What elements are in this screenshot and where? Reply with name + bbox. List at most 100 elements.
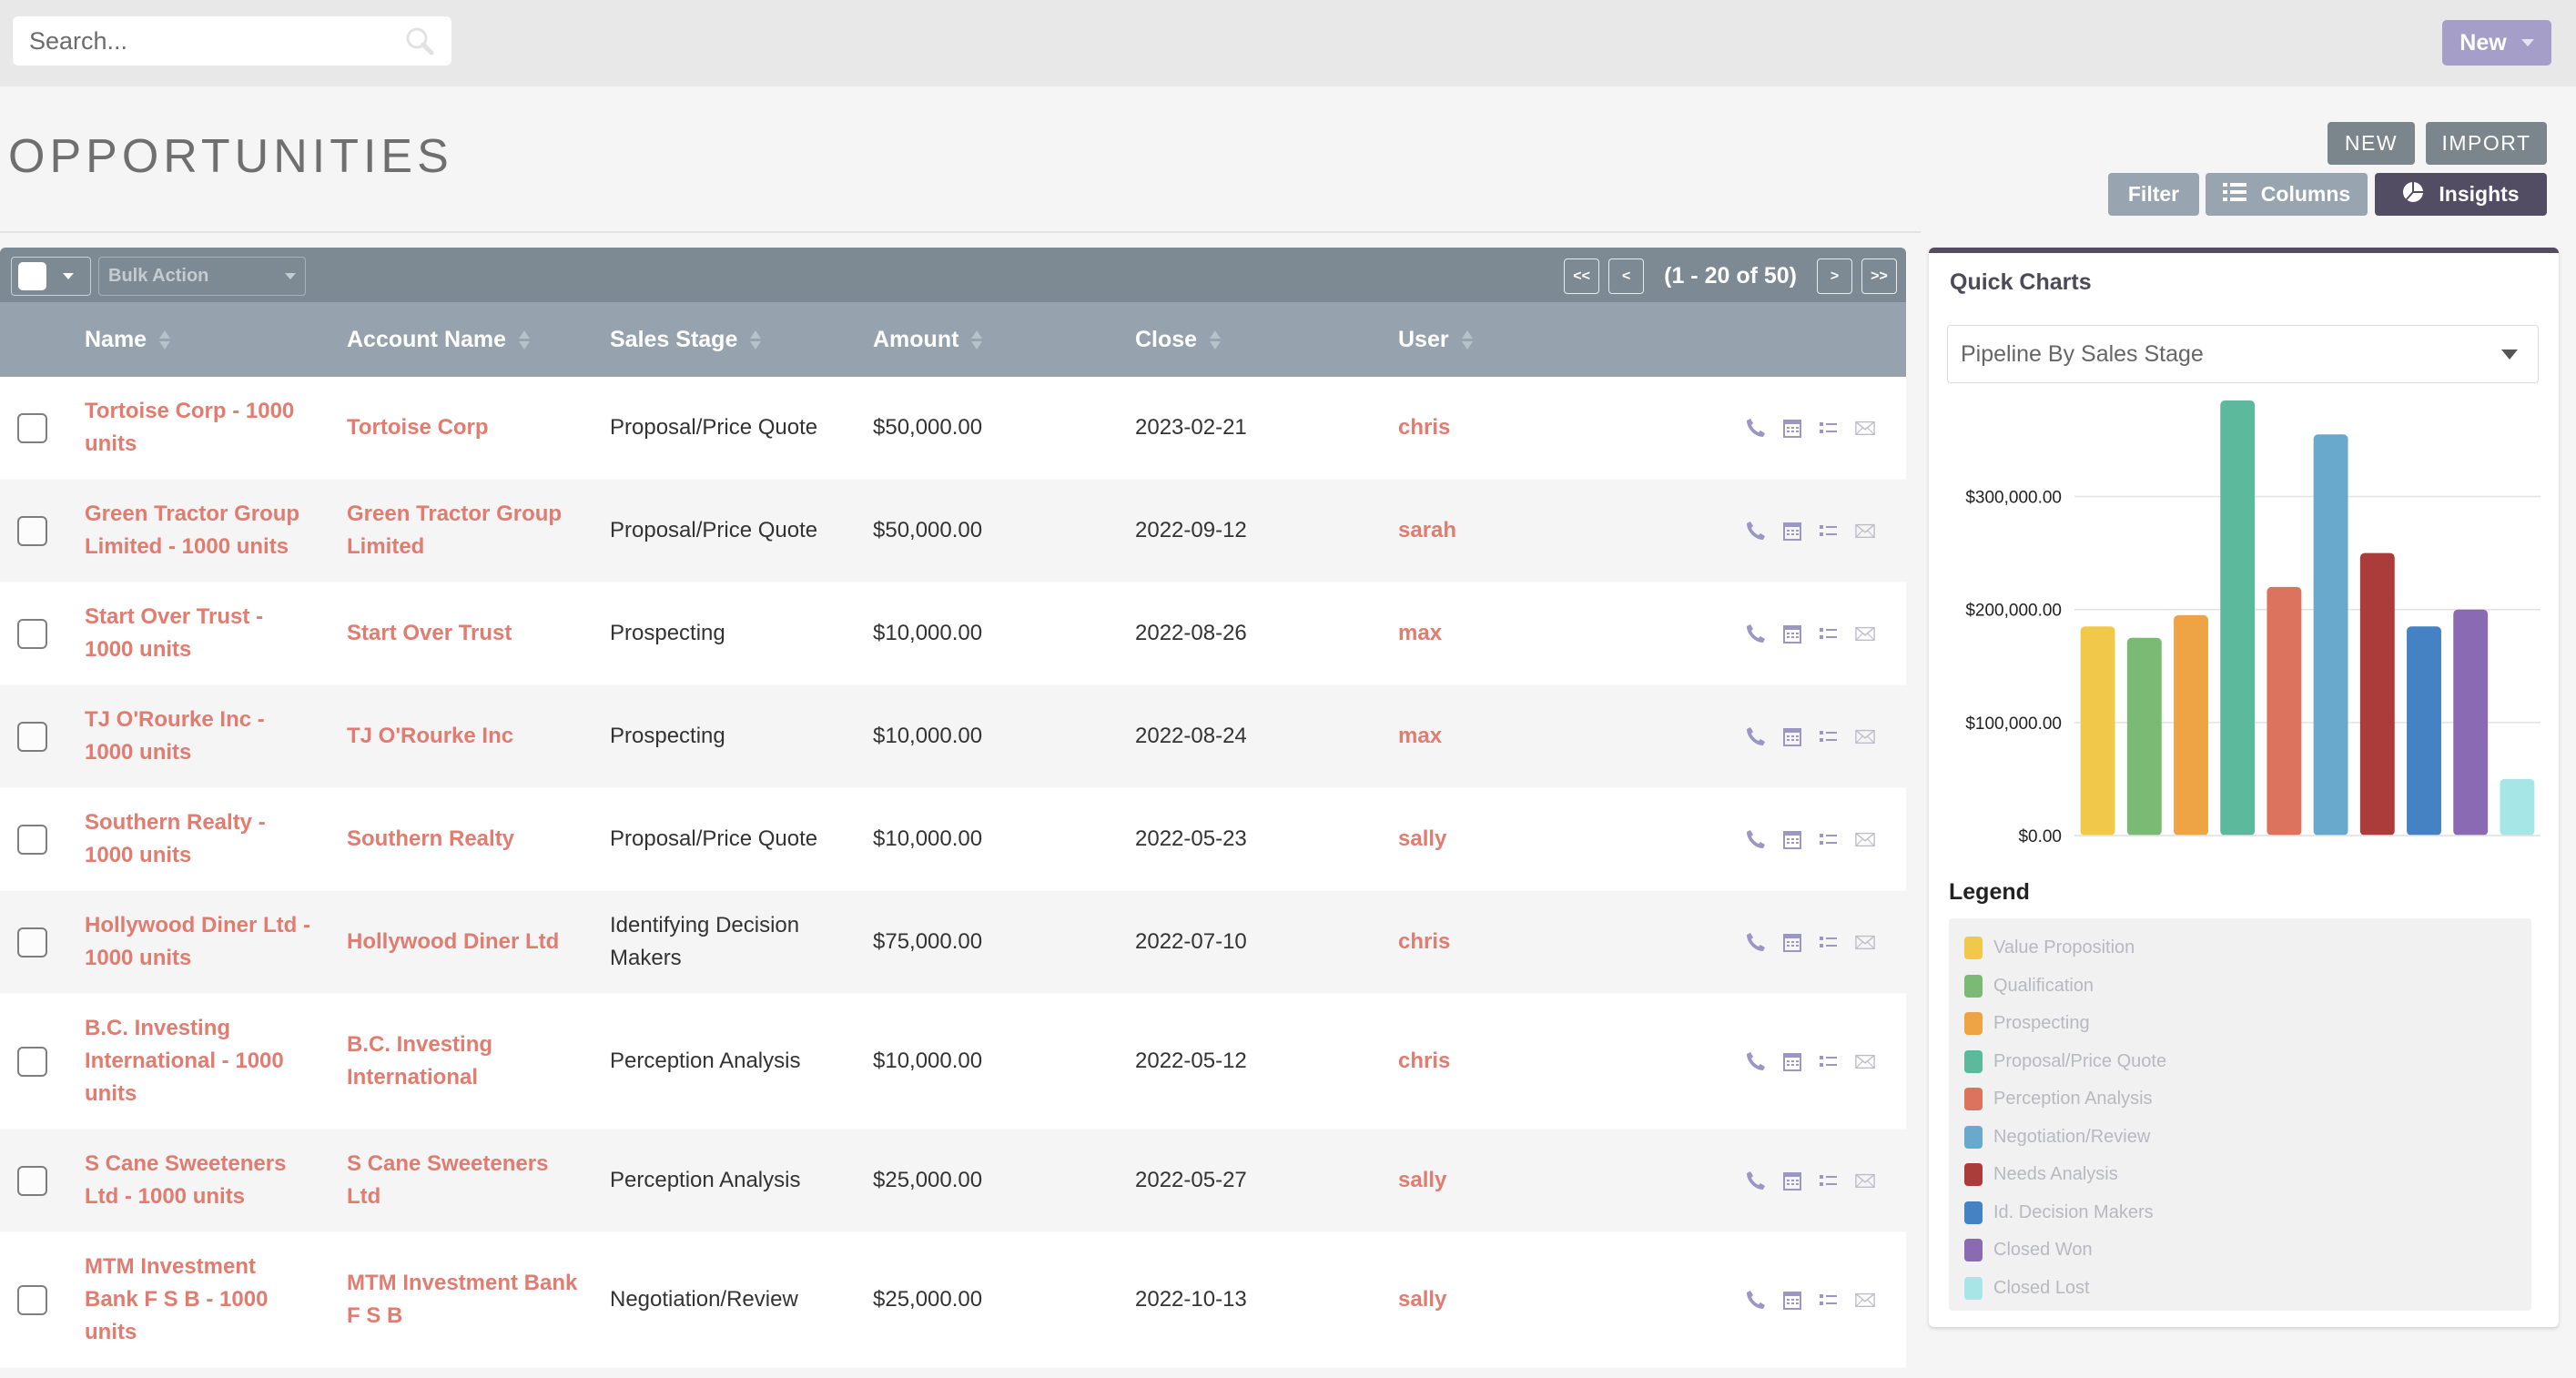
first-page-button[interactable]: << bbox=[1564, 258, 1600, 294]
legend-item[interactable]: Perception Analysis bbox=[1964, 1080, 2531, 1119]
calendar-icon[interactable] bbox=[1782, 418, 1802, 438]
calendar-icon[interactable] bbox=[1782, 932, 1802, 952]
legend-item[interactable]: Prospecting bbox=[1964, 1005, 2531, 1043]
global-search[interactable] bbox=[13, 16, 451, 66]
opportunity-name-link[interactable]: Southern Realty - 1000 units bbox=[85, 806, 312, 872]
calendar-icon[interactable] bbox=[1782, 726, 1802, 746]
bar-perception-analysis[interactable] bbox=[2267, 586, 2302, 836]
task-list-icon[interactable] bbox=[1819, 623, 1839, 643]
column-header-sales-stage[interactable]: Sales Stage bbox=[610, 302, 762, 377]
opportunity-name-link[interactable]: Start Over Trust - 1000 units bbox=[85, 601, 312, 666]
legend-item[interactable]: Closed Won bbox=[1964, 1231, 2531, 1270]
phone-icon[interactable] bbox=[1746, 521, 1766, 541]
assigned-user-link[interactable]: sally bbox=[1398, 1283, 1446, 1316]
column-header-close[interactable]: Close bbox=[1135, 302, 1222, 377]
columns-button[interactable]: Columns bbox=[2206, 173, 2368, 216]
opportunity-name-link[interactable]: Hollywood Diner Ltd - 1000 units bbox=[85, 909, 312, 975]
envelope-icon[interactable] bbox=[1855, 932, 1875, 952]
column-header-name[interactable]: Name bbox=[85, 302, 171, 377]
assigned-user-link[interactable]: sarah bbox=[1398, 514, 1456, 547]
legend-item[interactable]: Qualification bbox=[1964, 968, 2531, 1006]
envelope-icon[interactable] bbox=[1855, 726, 1875, 746]
legend-item[interactable]: Negotiation/Review bbox=[1964, 1119, 2531, 1157]
envelope-icon[interactable] bbox=[1855, 418, 1875, 438]
bar-proposal-price-quote[interactable] bbox=[2220, 400, 2256, 836]
task-list-icon[interactable] bbox=[1819, 1290, 1839, 1310]
bulk-action-dropdown[interactable]: Bulk Action bbox=[98, 257, 306, 296]
assigned-user-link[interactable]: max bbox=[1398, 720, 1442, 753]
sort-icon[interactable] bbox=[519, 329, 531, 350]
legend-item[interactable]: Needs Analysis bbox=[1964, 1156, 2531, 1194]
legend-item[interactable]: Closed Lost bbox=[1964, 1270, 2531, 1308]
sort-icon[interactable] bbox=[971, 329, 983, 350]
row-checkbox[interactable] bbox=[17, 412, 47, 443]
account-name-link[interactable]: Southern Realty bbox=[347, 823, 514, 856]
row-checkbox[interactable] bbox=[17, 1046, 47, 1077]
phone-icon[interactable] bbox=[1746, 418, 1766, 438]
filter-button[interactable]: Filter bbox=[2108, 173, 2199, 216]
last-page-button[interactable]: >> bbox=[1861, 258, 1897, 294]
account-name-link[interactable]: S Cane Sweeteners Ltd bbox=[347, 1148, 583, 1213]
phone-icon[interactable] bbox=[1746, 932, 1766, 952]
select-all-dropdown[interactable] bbox=[11, 257, 91, 296]
legend-item[interactable]: Proposal/Price Quote bbox=[1964, 1043, 2531, 1081]
phone-icon[interactable] bbox=[1746, 623, 1766, 643]
bar-closed-won[interactable] bbox=[2453, 609, 2489, 836]
task-list-icon[interactable] bbox=[1819, 726, 1839, 746]
bar-negotiation-review[interactable] bbox=[2313, 434, 2348, 836]
calendar-icon[interactable] bbox=[1782, 1170, 1802, 1191]
assigned-user-link[interactable]: chris bbox=[1398, 926, 1450, 958]
calendar-icon[interactable] bbox=[1782, 521, 1802, 541]
phone-icon[interactable] bbox=[1746, 829, 1766, 849]
envelope-icon[interactable] bbox=[1855, 521, 1875, 541]
calendar-icon[interactable] bbox=[1782, 829, 1802, 849]
chart-type-select[interactable]: Pipeline By Sales Stage bbox=[1947, 325, 2539, 383]
phone-icon[interactable] bbox=[1746, 1290, 1766, 1310]
row-checkbox[interactable] bbox=[17, 618, 47, 649]
task-list-icon[interactable] bbox=[1819, 1170, 1839, 1191]
envelope-icon[interactable] bbox=[1855, 623, 1875, 643]
new-record-button[interactable]: NEW bbox=[2328, 122, 2415, 165]
task-list-icon[interactable] bbox=[1819, 418, 1839, 438]
row-checkbox[interactable] bbox=[17, 824, 47, 855]
account-name-link[interactable]: TJ O'Rourke Inc bbox=[347, 720, 513, 753]
calendar-icon[interactable] bbox=[1782, 1051, 1802, 1071]
envelope-icon[interactable] bbox=[1855, 829, 1875, 849]
opportunity-name-link[interactable]: TJ O'Rourke Inc - 1000 units bbox=[85, 704, 312, 769]
search-input[interactable] bbox=[29, 26, 404, 56]
envelope-icon[interactable] bbox=[1855, 1051, 1875, 1071]
envelope-icon[interactable] bbox=[1855, 1290, 1875, 1310]
envelope-icon[interactable] bbox=[1855, 1170, 1875, 1191]
sort-icon[interactable] bbox=[750, 329, 762, 350]
assigned-user-link[interactable]: sally bbox=[1398, 1164, 1446, 1197]
column-header-amount[interactable]: Amount bbox=[873, 302, 983, 377]
assigned-user-link[interactable]: max bbox=[1398, 617, 1442, 650]
search-icon[interactable] bbox=[404, 25, 435, 56]
assigned-user-link[interactable]: chris bbox=[1398, 411, 1450, 444]
bar-needs-analysis[interactable] bbox=[2359, 552, 2395, 836]
task-list-icon[interactable] bbox=[1819, 932, 1839, 952]
select-all-checkbox[interactable] bbox=[18, 262, 46, 290]
prev-page-button[interactable]: < bbox=[1608, 258, 1645, 294]
row-checkbox[interactable] bbox=[17, 515, 47, 546]
row-checkbox[interactable] bbox=[17, 1165, 47, 1196]
opportunity-name-link[interactable]: Green Tractor Group Limited - 1000 units bbox=[85, 498, 312, 563]
bar-value-proposition[interactable] bbox=[2080, 626, 2115, 836]
account-name-link[interactable]: Tortoise Corp bbox=[347, 411, 489, 444]
legend-item[interactable]: Id. Decision Makers bbox=[1964, 1194, 2531, 1232]
calendar-icon[interactable] bbox=[1782, 1290, 1802, 1310]
sort-icon[interactable] bbox=[1210, 329, 1222, 350]
opportunity-name-link[interactable]: Tortoise Corp - 1000 units bbox=[85, 395, 312, 461]
account-name-link[interactable]: Green Tractor Group Limited bbox=[347, 498, 583, 563]
account-name-link[interactable]: MTM Investment Bank F S B bbox=[347, 1267, 583, 1332]
account-name-link[interactable]: Hollywood Diner Ltd bbox=[347, 926, 559, 958]
task-list-icon[interactable] bbox=[1819, 521, 1839, 541]
row-checkbox[interactable] bbox=[17, 1284, 47, 1315]
phone-icon[interactable] bbox=[1746, 726, 1766, 746]
task-list-icon[interactable] bbox=[1819, 829, 1839, 849]
bar-id-decision-makers[interactable] bbox=[2407, 626, 2441, 836]
insights-button[interactable]: Insights bbox=[2375, 173, 2547, 216]
phone-icon[interactable] bbox=[1746, 1170, 1766, 1191]
opportunity-name-link[interactable]: MTM Investment Bank F S B - 1000 units bbox=[85, 1251, 312, 1349]
row-checkbox[interactable] bbox=[17, 927, 47, 958]
